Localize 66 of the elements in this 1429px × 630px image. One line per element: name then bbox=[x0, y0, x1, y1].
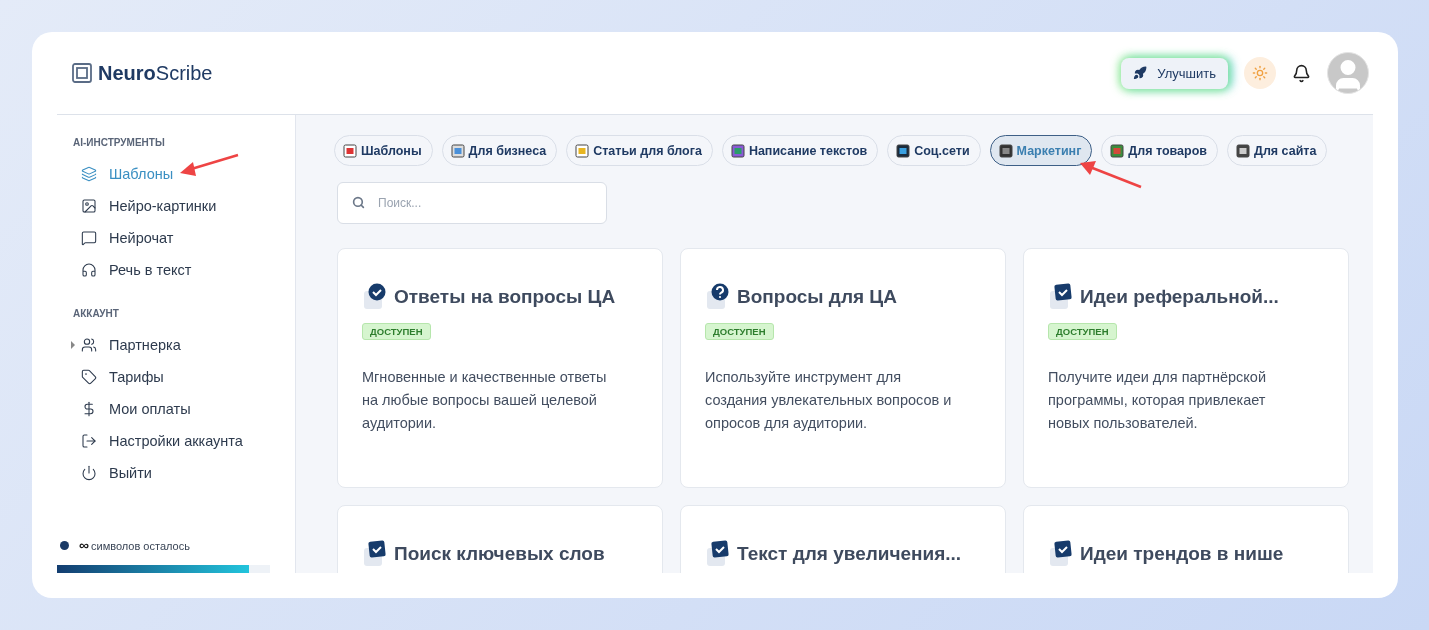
logo-icon bbox=[72, 63, 92, 83]
category-chip[interactable]: Для сайта bbox=[1227, 135, 1328, 166]
template-card[interactable]: Идеи реферальной... ДОСТУПЕН Получите идеи для партнёрской программы, которая привлекает новых пользователей. bbox=[1023, 248, 1349, 488]
section-title: AI-ИНСТРУМЕНТЫ bbox=[72, 137, 166, 148]
status-dot bbox=[60, 540, 69, 550]
checkbox-icon bbox=[362, 540, 388, 568]
sidebar-item[interactable]: Мои оплаты bbox=[57, 393, 295, 425]
sidebar-item[interactable]: Выйти bbox=[57, 457, 295, 489]
card-title: Идеи трендов в нише bbox=[1080, 543, 1284, 565]
category-chip[interactable]: Написание текстов bbox=[721, 135, 879, 166]
category-chip[interactable]: Для бизнеса bbox=[441, 135, 558, 166]
category-chip[interactable]: Статьи для блога bbox=[566, 135, 713, 166]
category-chip[interactable]: Для товаров bbox=[1101, 135, 1218, 166]
sidebar-item[interactable]: Тарифы bbox=[57, 361, 295, 393]
chat-bubble-icon bbox=[81, 230, 97, 246]
card-title: Текст для увеличения... bbox=[737, 543, 962, 565]
card-description: Получите идеи для партнёрской программы, которая привлекает новых пользователей. bbox=[1048, 368, 1268, 433]
category-chip[interactable]: Шаблоны bbox=[334, 135, 433, 166]
template-card[interactable]: Ответы на вопросы ЦА ДОСТУПЕН Мгновенные и качественные ответы на любые вопросы вашей целевой аудитории. bbox=[337, 248, 663, 488]
template-card[interactable]: Текст для увеличения... bbox=[680, 505, 1006, 573]
layers-icon bbox=[81, 166, 97, 182]
logo-text: NeuroScribe bbox=[98, 61, 213, 85]
sidebar-item[interactable]: Шаблоны bbox=[57, 158, 295, 190]
symbols-left-text: ∞символов осталось bbox=[79, 537, 190, 553]
checkbox-icon bbox=[1048, 283, 1074, 311]
card-title: Вопросы для ЦА bbox=[737, 286, 897, 308]
dollar-icon bbox=[81, 401, 97, 417]
upgrade-button[interactable]: Улучшить bbox=[1121, 57, 1228, 89]
rocket-icon bbox=[1133, 66, 1148, 80]
sidebar-item[interactable]: Речь в текст bbox=[57, 254, 295, 286]
image-icon bbox=[81, 198, 97, 214]
card-title: Ответы на вопросы ЦА bbox=[394, 286, 616, 308]
card-description: Мгновенные и качественные ответы на любые вопросы вашей целевой аудитории. bbox=[362, 368, 608, 433]
users-icon bbox=[81, 337, 97, 353]
check-circle-icon bbox=[362, 283, 388, 311]
sun-icon bbox=[1252, 65, 1268, 81]
card-description: Используйте инструмент для создания увлекательных вопросов и опросов для аудитории. bbox=[705, 368, 953, 433]
checkbox-icon bbox=[1048, 540, 1074, 568]
tag-icon bbox=[81, 369, 97, 385]
status-badge: ДОСТУПЕН bbox=[1048, 323, 1117, 340]
template-card[interactable]: Вопросы для ЦА ДОСТУПЕН Используйте инструмент для создания увлекательных вопросов и опросов для аудитории. bbox=[680, 248, 1006, 488]
annotation-arrow bbox=[180, 153, 239, 176]
sidebar-item[interactable]: Нейро-картинки bbox=[57, 190, 295, 222]
question-circle-icon bbox=[705, 283, 731, 311]
sidebar-item[interactable]: Партнерка bbox=[57, 329, 295, 361]
logout-icon bbox=[81, 433, 97, 449]
search-icon bbox=[352, 196, 365, 209]
category-chip[interactable]: Соц.сети bbox=[887, 135, 981, 166]
headphones-icon bbox=[81, 262, 97, 278]
template-card[interactable]: Идеи трендов в нише bbox=[1023, 505, 1349, 573]
notification-button[interactable] bbox=[1292, 63, 1311, 83]
theme-toggle-button[interactable] bbox=[1244, 57, 1276, 89]
sidebar-item[interactable]: Настройки аккаунта bbox=[57, 425, 295, 457]
section-title: АККАУНТ bbox=[72, 308, 120, 319]
annotation-arrow bbox=[1080, 161, 1142, 189]
power-icon bbox=[81, 465, 97, 481]
status-badge: ДОСТУПЕН bbox=[705, 323, 774, 340]
sidebar-item[interactable]: Нейрочат bbox=[57, 222, 295, 254]
card-title: Поиск ключевых слов bbox=[394, 543, 605, 565]
template-card[interactable]: Поиск ключевых слов bbox=[337, 505, 663, 573]
card-title: Идеи реферальной... bbox=[1080, 286, 1279, 308]
bell-icon bbox=[1292, 63, 1311, 83]
status-badge: ДОСТУПЕН bbox=[362, 323, 431, 340]
search-field[interactable]: Поиск... bbox=[337, 182, 607, 224]
caret-icon[interactable] bbox=[71, 341, 75, 349]
checkbox-icon bbox=[705, 540, 731, 568]
